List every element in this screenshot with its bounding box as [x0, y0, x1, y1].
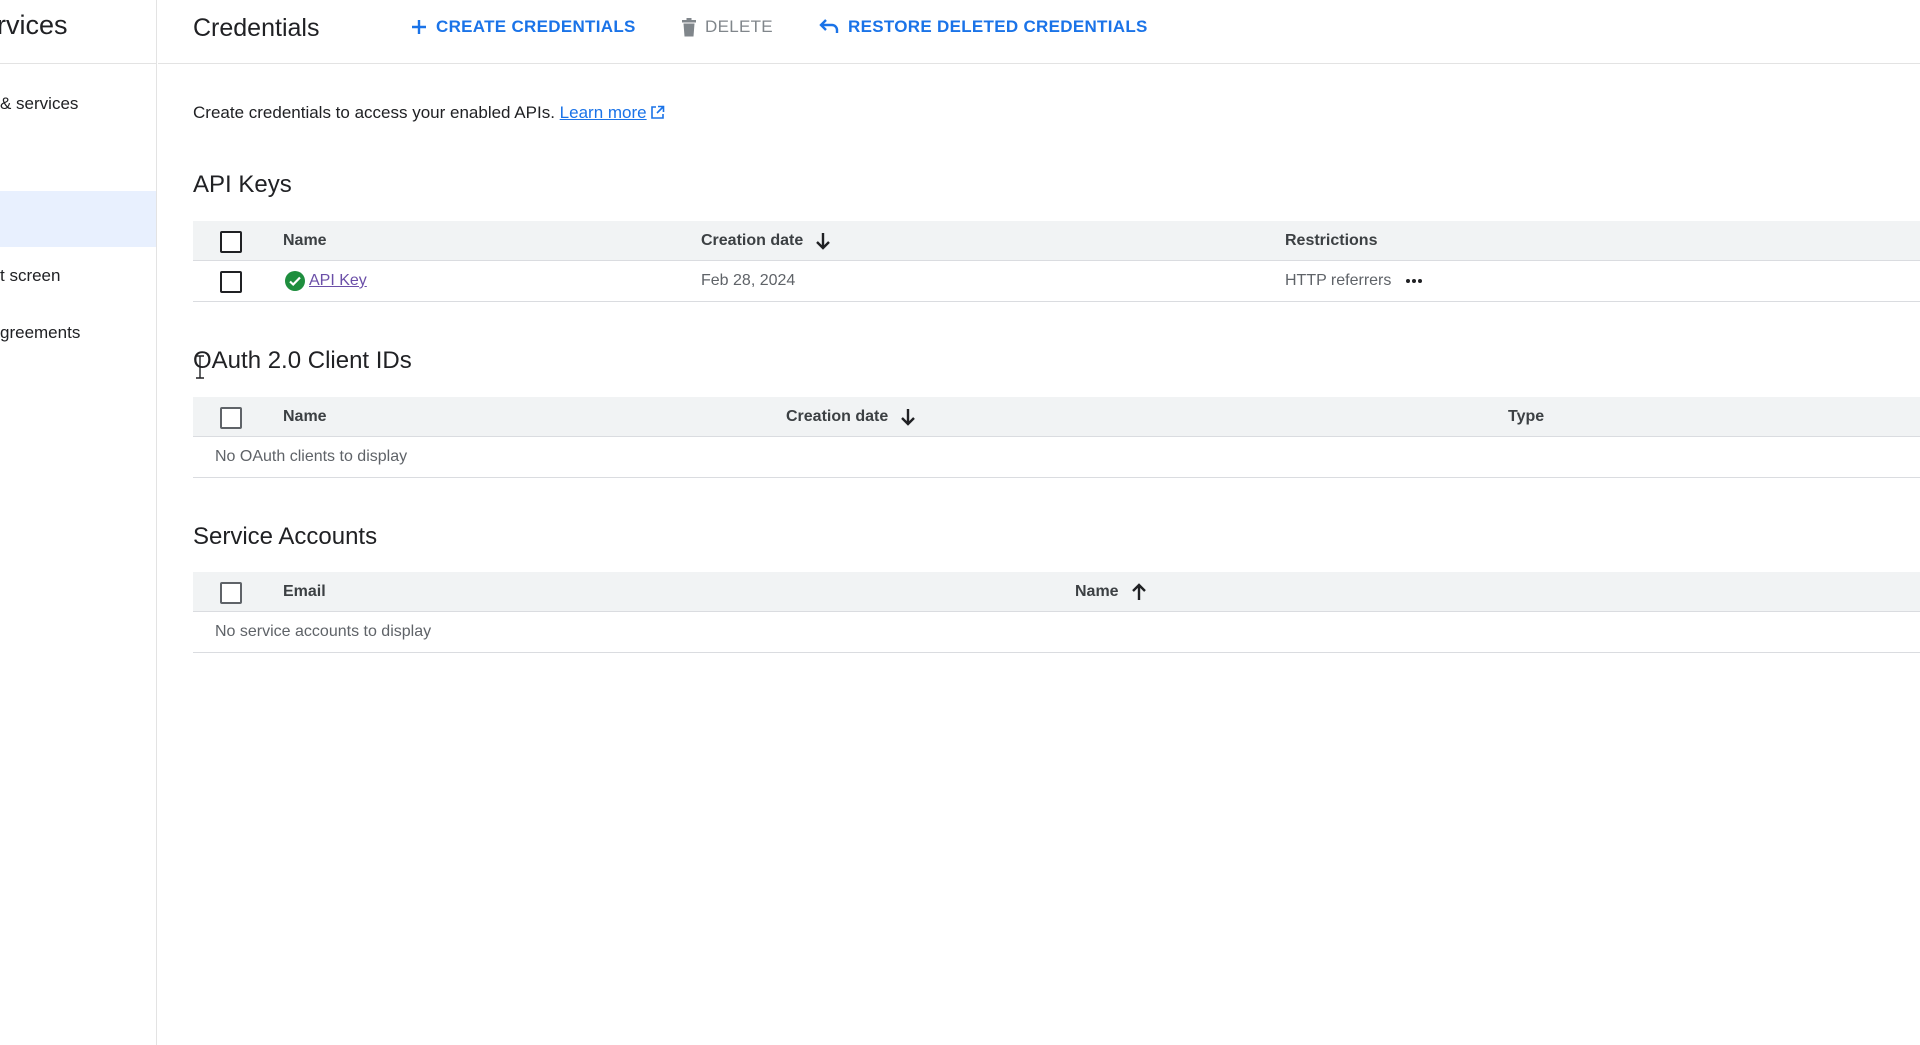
oauth-empty-message: No OAuth clients to display [215, 448, 408, 465]
sidebar-item-oauth-consent[interactable]: t screen [0, 266, 156, 286]
select-all-service-accounts-checkbox[interactable] [220, 582, 242, 604]
api-key-link[interactable]: API Key [309, 272, 367, 290]
external-link-icon [650, 105, 664, 119]
sidebar-title: rvices [0, 10, 68, 40]
page-title: Credentials [193, 14, 320, 42]
oauth-title: OAuth 2.0 Client IDs [193, 347, 412, 374]
create-credentials-button[interactable]: CREATE CREDENTIALS [410, 17, 636, 37]
col-restrictions[interactable]: Restrictions [1285, 221, 1377, 261]
service-accounts-table-header: Email Name [193, 572, 1920, 612]
main-content: Create credentials to access your enable… [158, 65, 1920, 1045]
text-cursor-icon [196, 355, 204, 379]
sa-col-name-label: Name [1075, 583, 1119, 600]
api-key-name-cell: API Key [285, 261, 367, 301]
api-key-restrictions: HTTP referrers [1285, 272, 1392, 289]
intro-description: Create credentials to access your enable… [193, 103, 555, 122]
oauth-col-creation-date-label: Creation date [786, 408, 889, 425]
api-keys-table-header: Name Creation date Restrictions [193, 221, 1920, 261]
delete-button[interactable]: DELETE [681, 17, 773, 37]
select-all-api-keys-checkbox[interactable] [220, 231, 242, 253]
undo-icon [819, 19, 839, 33]
api-key-creation-date: Feb 28, 2024 [701, 272, 796, 289]
col-name[interactable]: Name [283, 221, 327, 261]
arrow-up-icon[interactable] [1131, 582, 1147, 602]
sidebar-item-page-usage-agreements[interactable]: greements [0, 323, 156, 343]
delete-label: DELETE [705, 17, 773, 36]
service-accounts-title: Service Accounts [193, 523, 378, 550]
oauth-col-type[interactable]: Type [1508, 397, 1544, 437]
sidebar-item-enabled-apis[interactable]: & services [0, 94, 156, 114]
select-all-oauth-checkbox[interactable] [220, 407, 242, 429]
sa-col-email[interactable]: Email [283, 572, 326, 612]
sa-col-name[interactable]: Name [1075, 572, 1147, 612]
learn-more-label: Learn more [559, 103, 647, 122]
left-nav: rvices & services t screen greements [0, 0, 157, 1045]
sidebar-divider [0, 63, 156, 64]
col-creation-date[interactable]: Creation date [701, 221, 831, 261]
restore-deleted-credentials-button[interactable]: RESTORE DELETED CREDENTIALS [818, 17, 1148, 37]
table-row: API Key Feb 28, 2024 HTTP referrers [193, 261, 1920, 302]
restore-label: RESTORE DELETED CREDENTIALS [848, 17, 1148, 36]
oauth-table-header: Name Creation date Type [193, 397, 1920, 437]
more-horizontal-icon[interactable] [1405, 278, 1423, 284]
plus-icon [412, 20, 426, 34]
row-checkbox[interactable] [220, 271, 242, 293]
intro-text: Create credentials to access your enable… [193, 103, 665, 123]
page-header: Credentials CREATE CREDENTIALS DELETE RE… [158, 0, 1920, 64]
trash-icon [682, 17, 696, 36]
sidebar-item-credentials[interactable] [0, 191, 156, 247]
oauth-col-name[interactable]: Name [283, 397, 327, 437]
col-creation-date-label: Creation date [701, 232, 804, 249]
service-accounts-empty-message: No service accounts to display [215, 623, 432, 640]
oauth-col-creation-date[interactable]: Creation date [786, 397, 916, 437]
learn-more-link[interactable]: Learn more [560, 103, 665, 122]
api-key-restrictions-cell: HTTP referrers [1285, 261, 1423, 301]
arrow-down-icon[interactable] [815, 231, 831, 251]
service-accounts-empty-row: No service accounts to display [193, 612, 1920, 653]
api-keys-title: API Keys [193, 171, 292, 198]
check-circle-icon [285, 271, 305, 291]
arrow-down-icon[interactable] [900, 407, 916, 427]
create-credentials-label: CREATE CREDENTIALS [436, 17, 636, 36]
oauth-empty-row: No OAuth clients to display [193, 437, 1920, 478]
